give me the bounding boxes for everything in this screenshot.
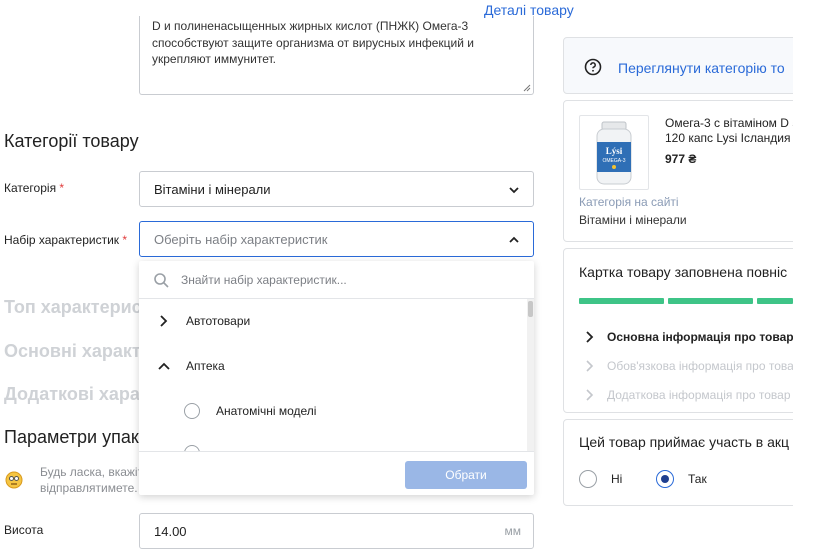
height-input[interactable]: 14.00 мм bbox=[139, 513, 534, 549]
viewport-edge bbox=[793, 0, 819, 545]
participation-card: Цей товар приймає участь в акц Ні Так bbox=[563, 419, 803, 506]
chevron-down-icon bbox=[509, 187, 519, 194]
resize-handle-icon[interactable] bbox=[523, 84, 531, 92]
section-title-categories: Категорії товару bbox=[4, 131, 139, 151]
dropdown-search-input[interactable]: Знайти набір характеристик... bbox=[139, 261, 534, 299]
search-icon bbox=[154, 272, 169, 288]
section-title-main-characteristics: Основні характе bbox=[4, 341, 151, 361]
category-value: Вітаміни і мінерали bbox=[154, 181, 271, 197]
product-price: 977 ₴ bbox=[665, 152, 697, 166]
svg-text:Lýsi: Lýsi bbox=[606, 146, 623, 156]
dropdown-list: Автотовари Аптека Анатомічні моделі bbox=[139, 299, 534, 451]
description-line: D и полиненасыщенных жирных кислот (ПНЖК… bbox=[152, 19, 469, 33]
category-select[interactable]: Вітаміни і мінерали bbox=[139, 171, 534, 207]
completion-section-main[interactable]: Основна інформація про товар 9/ bbox=[585, 330, 807, 344]
section-title-top-characteristics: Топ характерист bbox=[4, 297, 151, 317]
category-label: Категорія * bbox=[4, 181, 65, 195]
chevron-right-icon bbox=[586, 360, 594, 372]
dropdown-search-placeholder: Знайти набір характеристик... bbox=[181, 272, 347, 287]
participation-option-no[interactable]: Ні bbox=[579, 470, 622, 488]
dropdown-option-partial[interactable] bbox=[139, 439, 527, 451]
char-set-label: Набір характеристик * bbox=[4, 233, 128, 247]
height-label: Висота bbox=[4, 523, 44, 537]
thinking-emoji-icon bbox=[5, 471, 23, 489]
participation-title: Цей товар приймає участь в акц bbox=[579, 434, 790, 450]
progress-segment bbox=[757, 298, 793, 304]
site-category-value: Вітаміни і мінерали bbox=[579, 213, 687, 227]
progress-segment bbox=[579, 298, 664, 304]
dropdown-scrollbar[interactable] bbox=[527, 299, 534, 451]
char-set-placeholder: Оберіть набір характеристик bbox=[154, 231, 328, 247]
dropdown-option-anatomical-models[interactable]: Анатомічні моделі bbox=[139, 397, 527, 425]
dropdown-item-avtotovary[interactable]: Автотовари bbox=[139, 307, 527, 335]
height-unit: мм bbox=[504, 524, 522, 538]
site-category-label: Категорія на сайті bbox=[579, 195, 679, 209]
description-line: укрепляют иммунитет. bbox=[152, 52, 276, 66]
char-set-select[interactable]: Оберіть набір характеристик bbox=[139, 221, 534, 257]
section-title-additional-characteristics: Додаткові харак bbox=[4, 384, 149, 404]
product-card: Lýsi OMEGA-3 Омега-3 с вітаміном D 5 120… bbox=[563, 100, 803, 242]
char-set-dropdown: Знайти набір характеристик... Автотовари… bbox=[139, 261, 534, 495]
chevron-up-icon bbox=[509, 236, 519, 243]
required-mark: * bbox=[59, 181, 65, 195]
help-icon bbox=[584, 58, 602, 76]
view-category-card: Переглянути категорію то bbox=[563, 37, 803, 94]
height-value: 14.00 bbox=[154, 523, 187, 539]
completion-title: Картка товару заповнена повніс bbox=[579, 264, 788, 280]
description-line: способствуют защите организма от вирусны… bbox=[152, 35, 474, 50]
lysi-bottle-image: Lýsi OMEGA-3 bbox=[596, 121, 632, 184]
radio-button[interactable] bbox=[184, 403, 200, 419]
choose-button[interactable]: Обрати bbox=[405, 461, 527, 489]
chevron-right-icon bbox=[586, 389, 594, 401]
svg-text:OMEGA-3: OMEGA-3 bbox=[602, 158, 625, 164]
chevron-up-icon bbox=[158, 362, 170, 370]
progress-segment bbox=[668, 298, 753, 304]
participation-option-yes[interactable]: Так bbox=[656, 470, 707, 488]
scrollbar-thumb[interactable] bbox=[528, 301, 533, 317]
product-name[interactable]: Омега-3 с вітаміном D 5 120 капс Lysi Іс… bbox=[665, 116, 799, 146]
completion-section-additional: Додаткова інформація про товар bbox=[585, 388, 791, 402]
view-category-link[interactable]: Переглянути категорію то bbox=[618, 60, 785, 76]
packaging-hint: Будь ласка, вкажіт відправлятимете. bbox=[40, 465, 144, 495]
radio-button-selected[interactable] bbox=[656, 470, 674, 488]
radio-button[interactable] bbox=[579, 470, 597, 488]
product-image[interactable]: Lýsi OMEGA-3 bbox=[579, 115, 649, 190]
chevron-right-icon bbox=[586, 331, 594, 343]
description-textarea[interactable]: D и полиненасыщенных жирных кислот (ПНЖК… bbox=[139, 16, 534, 95]
completion-section-required: Обов'язкова інформація про това bbox=[585, 359, 794, 373]
section-title-packaging: Параметри упак bbox=[4, 427, 139, 447]
dropdown-item-apteka[interactable]: Аптека bbox=[139, 352, 527, 380]
dropdown-footer: Обрати bbox=[139, 451, 534, 495]
chevron-right-icon bbox=[160, 315, 168, 327]
required-mark: * bbox=[122, 233, 128, 247]
